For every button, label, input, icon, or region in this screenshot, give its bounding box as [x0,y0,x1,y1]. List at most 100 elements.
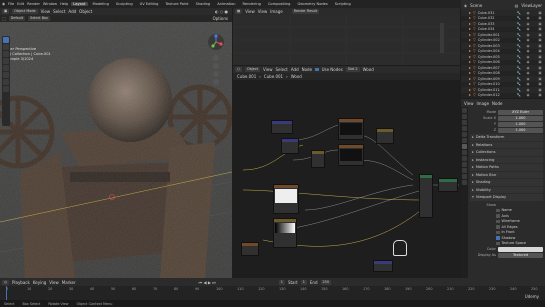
expand-arrow-icon[interactable] [469,17,471,20]
modifier-tab-icon[interactable] [462,150,467,155]
viewport-menu-select[interactable]: Select [53,9,65,14]
image-menu-view[interactable]: View [245,9,255,14]
render-camera-icon[interactable]: ▣ [535,49,545,53]
props-menu-image[interactable]: Image [477,101,490,106]
expand-arrow-icon[interactable] [469,66,471,69]
display-option-checkbox[interactable] [496,214,500,218]
expand-arrow-icon[interactable] [469,88,471,91]
visibility-eye-icon[interactable]: ◉ [523,71,533,75]
expand-arrow-icon[interactable] [469,94,471,97]
image-menu-image[interactable]: Image [270,9,283,14]
timeline-area[interactable]: 0 10 20 30 40 50 60 70 80 90 100 110 120 130 140 150 160… [0,286,545,300]
node-color-ramp-2[interactable] [273,218,297,248]
panel-section-header[interactable]: ▸ Motion Paths [470,164,543,171]
material-tab-icon[interactable] [462,180,467,185]
expand-arrow-icon[interactable] [469,33,471,36]
node-image-texture-2[interactable] [338,144,364,166]
expand-arrow-icon[interactable] [469,72,471,75]
timeline-menu-marker[interactable]: Marker [62,280,76,285]
render-camera-icon[interactable]: ▣ [535,33,545,37]
material-name-field[interactable]: Wood [363,67,374,72]
node-menu-select[interactable]: Select [276,67,288,72]
render-camera-icon[interactable]: ▣ [535,27,545,31]
expand-arrow-icon[interactable] [469,44,471,47]
rotate-tool-icon[interactable] [3,58,9,64]
material-slot-dropdown[interactable]: Slot 2 [345,67,360,72]
menu-help[interactable]: Help [60,2,68,6]
start-frame-field[interactable]: 1 [300,279,307,285]
visibility-eye-icon[interactable]: ◉ [523,44,533,48]
timeline-editor-type-button[interactable]: ◷ [2,279,9,285]
playhead[interactable] [6,286,7,300]
visibility-eye-icon[interactable]: ◉ [523,33,533,37]
output-tab-icon[interactable] [462,120,467,125]
mode-dropdown[interactable]: Object Mode [12,9,38,14]
options-button[interactable]: Options [213,16,228,21]
display-option-checkbox[interactable] [496,219,500,223]
panel-section-header[interactable]: ▸ Visibility [470,186,543,193]
scene-tab-icon[interactable] [462,132,467,137]
image-editor-canvas[interactable] [233,15,460,65]
visibility-eye-icon[interactable]: ◉ [523,93,533,97]
node-image-texture-1[interactable] [338,118,364,140]
panel-section-header[interactable]: ▸ Delta Transform [470,134,543,141]
tab-compositing[interactable]: Compositing [266,2,293,6]
object-tab-icon[interactable] [462,144,467,149]
orientation-dropdown[interactable]: Default [8,16,26,21]
visibility-eye-icon[interactable]: ◉ [523,22,533,26]
node-menu-add[interactable]: Add [291,67,299,72]
menu-edit[interactable]: Edit [17,2,24,6]
scale-z-field[interactable]: 1.000 [498,127,543,133]
visibility-eye-icon[interactable]: ◉ [523,88,533,92]
end-frame-field[interactable]: 250 [320,279,331,285]
view-layer-selector[interactable]: ViewLayer [521,3,542,8]
drag-dropdown[interactable]: Select Box [28,16,51,21]
node-noise[interactable] [241,242,259,256]
node-mapping[interactable] [281,138,299,154]
scene-selector[interactable]: Scene [470,3,482,8]
expand-arrow-icon[interactable] [469,83,471,86]
annotate-tool-icon[interactable] [3,79,9,85]
viewport-menu-add[interactable]: Add [68,9,76,14]
viewport-menu-object[interactable]: Object [79,9,92,14]
visibility-eye-icon[interactable]: ◉ [523,16,533,20]
scale-x-field[interactable]: 1.000 [498,115,543,121]
scale-tool-icon[interactable] [3,65,9,71]
data-tab-icon[interactable] [462,174,467,179]
use-nodes-checkbox[interactable] [315,67,319,72]
timeline-menu-view[interactable]: View [49,280,59,285]
render-camera-icon[interactable]: ▣ [535,77,545,81]
visibility-eye-icon[interactable]: ◉ [523,38,533,42]
visibility-eye-icon[interactable]: ◉ [523,66,533,70]
render-camera-icon[interactable]: ▣ [535,71,545,75]
blender-logo-icon[interactable]: ◉ [2,2,5,6]
panel-section-header[interactable]: ▸ Instancing [470,156,543,163]
cursor-tool-icon[interactable] [3,44,9,50]
tab-modeling[interactable]: Modeling [91,2,111,6]
panel-section-header[interactable]: ▸ Motion Blur [470,171,543,178]
measure-tool-icon[interactable] [3,86,9,92]
image-menu-view2[interactable]: View [258,9,268,14]
expand-arrow-icon[interactable] [469,61,471,64]
node-math[interactable] [311,150,325,168]
visibility-eye-icon[interactable]: ◉ [523,82,533,86]
expand-arrow-icon[interactable] [469,28,471,31]
display-option-checkbox[interactable] [496,208,500,212]
node-color-ramp[interactable] [376,128,394,144]
transform-tool-icon[interactable] [3,72,9,78]
tab-rendering[interactable]: Rendering [241,2,263,6]
tool-tab-icon[interactable] [462,108,467,113]
display-option-checkbox[interactable] [496,230,500,234]
playback-controls-icon[interactable]: ⏮ ◀ ▶ ⏭ [199,280,216,285]
render-camera-icon[interactable]: ▣ [535,22,545,26]
panel-section-header[interactable]: ▸ Collections [470,149,543,156]
render-camera-icon[interactable]: ▣ [535,82,545,86]
3d-viewport[interactable]: User Perspective (1) Collection | Cube.0… [0,22,232,278]
viewport-shading-icons[interactable]: ◐ ○ ● [215,9,228,14]
timeline-menu-keying[interactable]: Keying [33,280,46,285]
menu-render[interactable]: Render [27,2,40,6]
panel-section-header[interactable]: ▾ Viewport Display [470,194,543,201]
outliner[interactable]: ▽ Cube.031 🔧 ◉ ▣ ▽ Cube.032 🔧 ◉ ▣ ▽ Cube.033 🔧 ◉ ▣ ▽ Cub… [461,10,545,98]
menu-window[interactable]: Window [43,2,57,6]
select-tool-icon[interactable] [3,37,9,43]
